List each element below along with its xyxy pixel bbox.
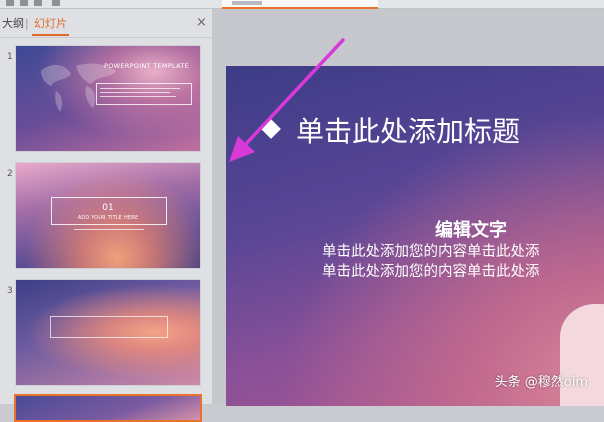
body-text-placeholder[interactable]: 单击此处添加您的内容单击此处添单击此处添加您的内容单击此处添	[322, 242, 542, 282]
toolbar-icon[interactable]	[34, 0, 42, 6]
thumbnail-text-line	[100, 96, 176, 97]
slide-thumbnail-1[interactable]: POWERPOINT TEMPLATE	[15, 45, 201, 152]
slide-thumbnail-4[interactable]	[14, 394, 202, 422]
thumbnail-text-line	[74, 229, 144, 230]
document-tab-label	[232, 1, 262, 5]
thumbnail-text-box	[50, 316, 168, 338]
thumbnail-text-line	[100, 88, 180, 89]
toolbar-icon[interactable]	[6, 0, 14, 6]
panel-tabs: 大纲 | 幻灯片 ×	[0, 9, 212, 38]
text-heading[interactable]: 编辑文字	[435, 216, 507, 242]
slide-number: 1	[7, 52, 13, 62]
slide-editor-canvas: 单击此处添加标题 编辑文字 单击此处添加您的内容单击此处添单击此处添加您的内容单…	[213, 9, 604, 406]
slide-number: 3	[7, 286, 13, 296]
thumbnail-text-box	[96, 83, 192, 105]
thumbnail-title: POWERPOINT TEMPLATE	[104, 62, 190, 70]
toolbar-icon[interactable]	[20, 0, 28, 6]
thumbnail-section-number: 01	[102, 203, 114, 213]
title-diamond-icon	[261, 119, 281, 139]
slides-panel: 大纲 | 幻灯片 × 1 POWERPOINT TEMPLATE 2 01 AD…	[0, 9, 213, 422]
slide-thumbnail-3[interactable]	[15, 279, 201, 386]
tab-slides[interactable]: 幻灯片	[32, 17, 69, 36]
tab-outline[interactable]: 大纲	[2, 17, 24, 30]
tab-separator: |	[25, 17, 29, 30]
watermark: 头条 @穆然oim	[494, 375, 588, 390]
thumbnail-subtitle: ADD YOUR TITLE HERE	[77, 215, 139, 221]
toolbar-icon[interactable]	[52, 0, 60, 6]
close-icon[interactable]: ×	[196, 15, 207, 30]
current-slide[interactable]: 单击此处添加标题 编辑文字 单击此处添加您的内容单击此处添单击此处添加您的内容单…	[226, 66, 604, 406]
document-tab[interactable]	[222, 0, 378, 9]
thumbnail-text-line	[100, 92, 170, 93]
slide-thumbnail-2[interactable]: 01 ADD YOUR TITLE HERE	[15, 162, 201, 269]
slide-title-placeholder[interactable]: 单击此处添加标题	[296, 110, 520, 150]
decorative-shape	[560, 304, 604, 406]
top-toolbar	[0, 0, 604, 9]
slide-number: 2	[7, 169, 13, 179]
